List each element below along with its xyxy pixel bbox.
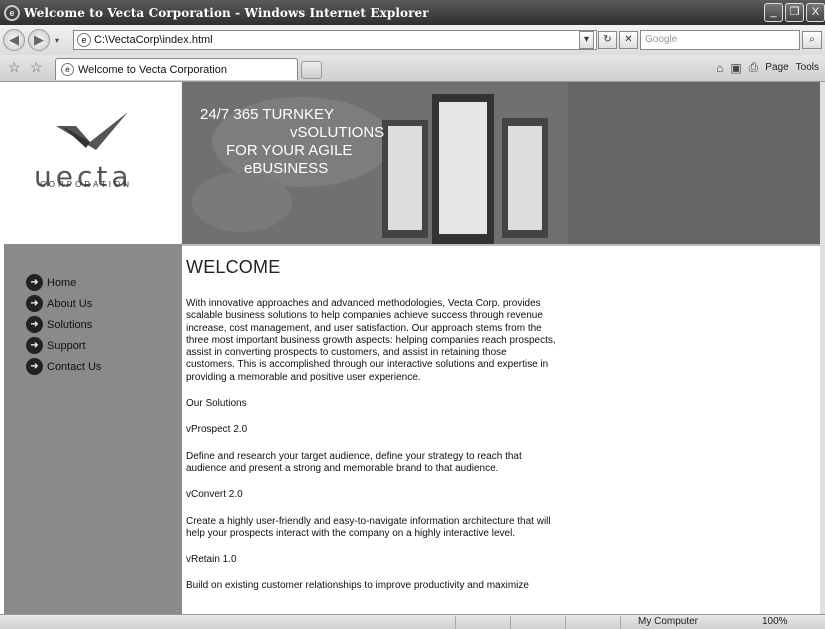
vertical-scrollbar[interactable] <box>820 82 825 614</box>
page-icon: e <box>77 33 91 47</box>
tab-toolbar: ☆ ☆ e Welcome to Vecta Corporation ⌂ ▣ ⎙… <box>0 55 825 82</box>
tab-page-icon: e <box>61 63 74 76</box>
banner-line-1: 24/7 365 TURNKEY <box>200 106 334 123</box>
tools-menu[interactable]: Tools <box>796 62 819 73</box>
product-description: Build on existing customer relationships… <box>186 580 529 592</box>
product-title: vProspect 2.0 <box>186 424 248 436</box>
nav-item-support[interactable]: ➜ Support <box>4 335 182 356</box>
nav-label[interactable]: Solutions <box>47 319 92 331</box>
tab-label: Welcome to Vecta Corporation <box>78 63 227 76</box>
banner-line-4: eBUSINESS <box>244 160 329 177</box>
ie-logo-icon: e <box>4 4 20 21</box>
zoom-level[interactable]: 100% <box>762 616 788 627</box>
page-menu[interactable]: Page <box>765 62 788 73</box>
restore-button[interactable]: ❐ <box>785 3 804 22</box>
address-field[interactable]: e C:\VectaCorp\index.html <box>73 30 597 50</box>
nav-label[interactable]: Contact Us <box>47 361 101 373</box>
nav-label[interactable]: Support <box>47 340 86 352</box>
page-viewport: uecta CORPORATION 24/7 365 TURNKEY vSOLU… <box>0 82 820 614</box>
new-tab-button[interactable] <box>301 61 322 79</box>
header-filler <box>568 82 820 244</box>
status-divider <box>620 616 621 629</box>
nav-item-solutions[interactable]: ➜ Solutions <box>4 314 182 335</box>
back-button[interactable]: ◀ <box>3 29 25 51</box>
arrow-right-icon: ➜ <box>26 274 43 291</box>
add-favorites-icon[interactable]: ☆ <box>30 59 43 76</box>
refresh-button[interactable]: ↻ <box>598 31 617 49</box>
home-icon[interactable]: ⌂ <box>716 61 723 75</box>
banner-line-2: vSOLUTIONS <box>290 124 385 141</box>
print-icon[interactable]: ⎙ <box>749 60 759 75</box>
nav-label[interactable]: Home <box>47 277 76 289</box>
forward-button[interactable]: ▶ <box>28 29 50 51</box>
nav-item-home[interactable]: ➜ Home <box>4 272 182 293</box>
banner-image: 24/7 365 TURNKEY vSOLUTIONS FOR YOUR AGI… <box>182 82 568 244</box>
status-bar: My Computer 100% <box>0 614 825 629</box>
product-description: Define and research your target audience… <box>186 450 522 474</box>
banner-line-3: FOR YOUR AGILE <box>226 142 353 159</box>
nav-item-contact-us[interactable]: ➜ Contact Us <box>4 356 182 377</box>
product-title: vConvert 2.0 <box>186 489 243 501</box>
window-controls: _ ❐ X <box>764 3 825 22</box>
recent-pages-dropdown[interactable]: ▾ <box>55 36 59 45</box>
arrow-right-icon: ➜ <box>26 358 43 375</box>
stop-button[interactable]: ✕ <box>619 31 638 49</box>
status-divider <box>565 616 566 629</box>
arrow-right-icon: ➜ <box>26 295 43 312</box>
intro-paragraph: With innovative approaches and advanced … <box>186 298 556 383</box>
status-divider <box>510 616 511 629</box>
close-button[interactable]: X <box>806 3 825 22</box>
left-navigation: ➜ Home ➜ About Us ➜ Solutions ➜ Support … <box>4 244 182 614</box>
status-divider <box>455 616 456 629</box>
minimize-button[interactable]: _ <box>764 3 783 22</box>
security-zone: My Computer <box>638 616 699 627</box>
logo-area: uecta CORPORATION <box>4 82 182 244</box>
section-title: Our Solutions <box>186 398 247 410</box>
command-bar: ⌂ ▣ ⎙ Page Tools <box>716 60 819 75</box>
tab-active[interactable]: e Welcome to Vecta Corporation <box>55 58 298 80</box>
nav-label[interactable]: About Us <box>47 298 92 310</box>
main-content: WELCOME With innovative approaches and a… <box>186 257 556 607</box>
address-dropdown-button[interactable]: ▾ <box>579 31 594 49</box>
arrow-right-icon: ➜ <box>26 316 43 333</box>
address-toolbar: ◀ ▶ ▾ e C:\VectaCorp\index.html ▾ ↻ ✕ Go… <box>0 25 825 55</box>
logo-subtitle: CORPORATION <box>40 180 132 189</box>
search-icon[interactable]: ⌕ <box>802 31 822 49</box>
window-title: Welcome to Vecta Corporation - Windows I… <box>24 5 429 20</box>
page-heading: WELCOME <box>186 257 281 277</box>
title-bar: e Welcome to Vecta Corporation - Windows… <box>0 0 825 25</box>
favorites-center-icon[interactable]: ☆ <box>8 59 21 76</box>
checkmark-logo-icon <box>56 112 128 150</box>
arrow-right-icon: ➜ <box>26 337 43 354</box>
product-description: Create a highly user-friendly and easy-t… <box>186 515 551 539</box>
feeds-icon[interactable]: ▣ <box>730 61 741 75</box>
product-title: vRetain 1.0 <box>186 554 237 566</box>
search-input[interactable]: Google <box>640 30 800 50</box>
nav-item-about-us[interactable]: ➜ About Us <box>4 293 182 314</box>
url-text[interactable]: C:\VectaCorp\index.html <box>94 34 213 46</box>
